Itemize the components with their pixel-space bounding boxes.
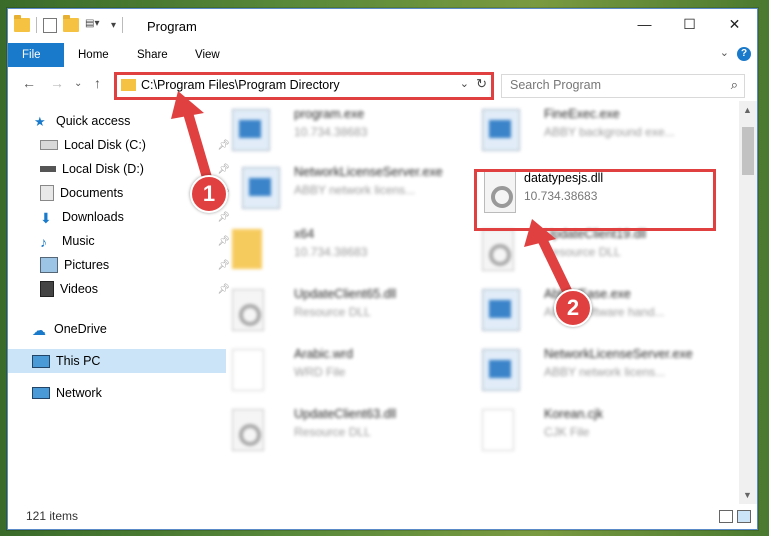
arrow-2	[524, 219, 575, 302]
step-badge-2: 2	[554, 289, 592, 327]
arrow-1	[171, 91, 213, 186]
annotation-arrows	[171, 91, 575, 302]
explorer-window: ▤▾ ▾ Program — ☐ ✕ File Home Share View …	[7, 8, 758, 530]
step-badge-1: 1	[190, 175, 228, 213]
